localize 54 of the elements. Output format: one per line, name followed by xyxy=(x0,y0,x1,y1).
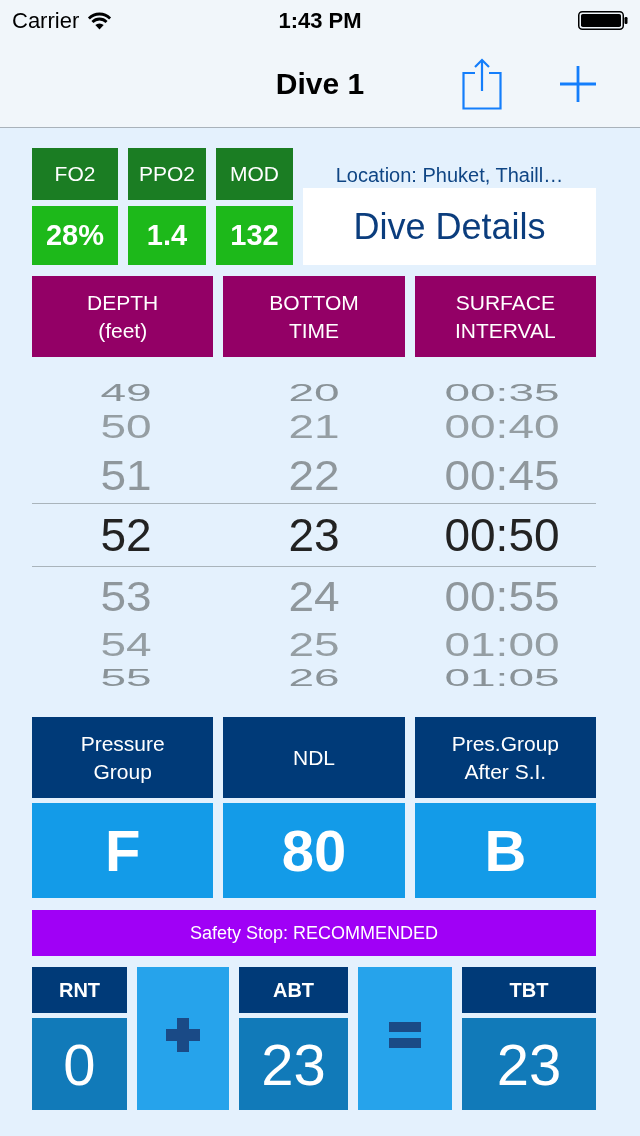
add-icon[interactable] xyxy=(560,65,596,102)
picker-value[interactable]: 52 xyxy=(100,512,152,558)
picker-value[interactable]: 00:45 xyxy=(444,453,560,496)
picker-value[interactable]: 22 xyxy=(288,453,340,496)
gas-value: 132 xyxy=(216,206,293,265)
wifi-icon xyxy=(87,10,113,30)
result-value: B xyxy=(414,803,596,898)
picker-value[interactable]: 00:35 xyxy=(444,381,560,404)
picker-value[interactable]: 00:50 xyxy=(444,512,560,558)
equals-icon xyxy=(389,1021,421,1048)
carrier-text: Carrier xyxy=(12,6,80,35)
total-value: 23 xyxy=(239,1018,348,1110)
gas-label: FO2 xyxy=(32,148,118,200)
clock-text: 1:43 PM xyxy=(278,6,362,35)
picker-value[interactable]: 50 xyxy=(100,409,152,443)
picker-value[interactable]: 00:40 xyxy=(444,409,560,443)
result-label: Pressure Group xyxy=(32,717,214,798)
picker-value[interactable]: 21 xyxy=(288,409,340,443)
picker-value[interactable]: 49 xyxy=(100,381,152,404)
picker-value[interactable]: 55 xyxy=(100,666,152,689)
picker-value[interactable]: 26 xyxy=(288,666,340,689)
location-text: Location: Phuket, Thaill… xyxy=(334,163,565,188)
picker-value[interactable]: 23 xyxy=(288,512,340,558)
picker-value[interactable]: 01:05 xyxy=(444,666,560,689)
picker-value[interactable]: 25 xyxy=(288,627,340,661)
column-header: DEPTH (feet) xyxy=(32,276,214,357)
total-label: TBT xyxy=(462,967,596,1013)
picker-value[interactable]: 24 xyxy=(288,574,340,617)
column-header: BOTTOM TIME xyxy=(223,276,405,357)
total-label: ABT xyxy=(239,967,348,1013)
column-header: SURFACE INTERVAL xyxy=(414,276,596,357)
gas-value: 28% xyxy=(32,206,118,265)
picker-value[interactable]: 53 xyxy=(100,574,152,617)
result-value: 80 xyxy=(223,803,405,898)
total-value: 23 xyxy=(462,1018,596,1110)
safety-stop-banner: Safety Stop: RECOMMENDED xyxy=(32,910,596,956)
gas-label: MOD xyxy=(216,148,293,200)
result-label: NDL xyxy=(223,717,405,798)
gas-value: 1.4 xyxy=(128,206,206,265)
plus-icon xyxy=(166,1017,200,1052)
dive-details-button[interactable]: Dive Details xyxy=(303,188,596,265)
picker-value[interactable]: 54 xyxy=(100,627,152,661)
result-label: Pres.Group After S.I. xyxy=(414,717,596,798)
picker-value[interactable]: 20 xyxy=(288,381,340,404)
battery-icon xyxy=(578,10,628,30)
total-value: 0 xyxy=(32,1018,127,1110)
picker-value[interactable]: 51 xyxy=(100,453,152,496)
picker-value[interactable]: 00:55 xyxy=(444,574,560,617)
picker-value[interactable]: 01:00 xyxy=(444,627,560,661)
total-label: RNT xyxy=(32,967,127,1013)
gas-label: PPO2 xyxy=(128,148,206,200)
result-value: F xyxy=(32,803,214,898)
share-icon[interactable] xyxy=(462,57,502,110)
screen-title: Dive 1 xyxy=(275,66,365,102)
